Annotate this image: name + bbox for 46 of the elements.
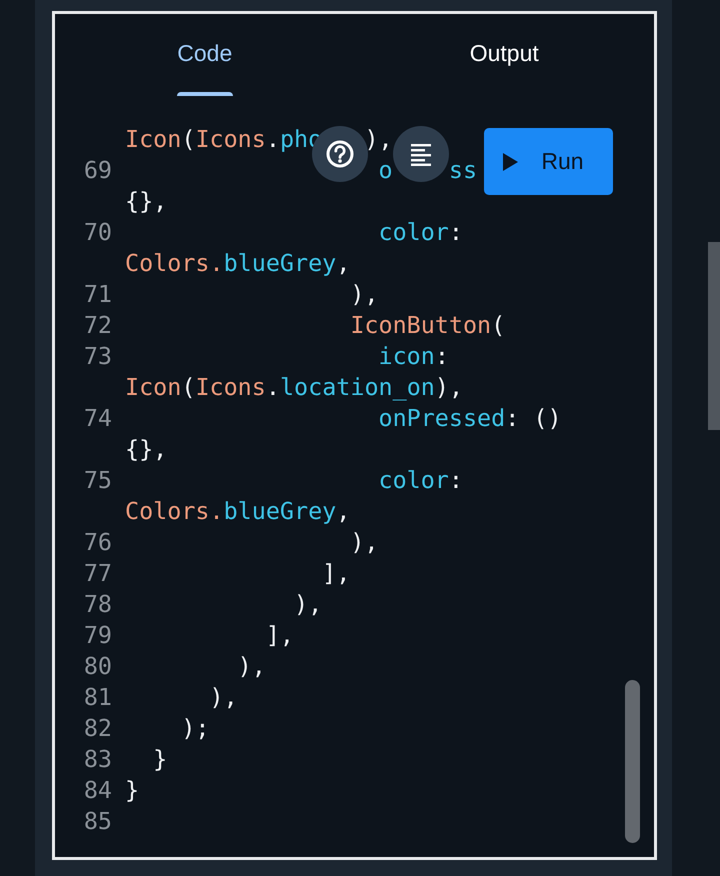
code-line: ], — [321, 558, 350, 586]
code-line: onPressed: () — [377, 404, 562, 432]
run-button[interactable]: Run — [484, 128, 613, 195]
line-number: 85 — [82, 806, 112, 834]
line-number: 70 — [82, 218, 112, 246]
code-line: ), — [349, 280, 378, 308]
line-number: 78 — [82, 590, 112, 618]
code-line: Colors.blueGrey, — [125, 496, 350, 524]
line-number: 76 — [82, 528, 112, 556]
line-number: 84 — [82, 776, 112, 804]
scrollbar[interactable] — [625, 680, 640, 843]
line-number: 74 — [82, 404, 112, 432]
code-line: color: — [377, 466, 463, 494]
code-line: Colors.blueGrey, — [125, 248, 350, 276]
code-line: {}, — [125, 434, 168, 462]
code-line: ), — [292, 590, 322, 618]
line-number: 83 — [82, 744, 112, 772]
code-line: IconButton( — [349, 310, 506, 338]
line-number: 75 — [82, 466, 112, 494]
code-line: ), — [349, 528, 378, 556]
line-number: 73 — [82, 342, 112, 370]
code-line: Icon(Icons.location_on), — [125, 372, 464, 400]
scrollbar[interactable] — [708, 242, 720, 430]
code-line: ], — [264, 620, 294, 648]
code-line: } — [152, 744, 168, 772]
line-number: 79 — [82, 620, 112, 648]
code-line: icon: — [377, 342, 449, 370]
line-number: 77 — [82, 558, 112, 586]
align-left-icon — [409, 142, 433, 166]
line-number: 80 — [82, 652, 112, 680]
line-number: 71 — [82, 280, 112, 308]
tab[interactable]: Output — [354, 14, 654, 96]
code-line: ), — [236, 652, 266, 680]
play-icon — [501, 152, 520, 172]
code-line: {}, — [125, 186, 168, 214]
line-number: 82 — [82, 714, 112, 742]
tab[interactable]: Code — [55, 14, 354, 96]
code-line: } — [125, 776, 140, 804]
help-icon — [325, 139, 355, 169]
code-line: ); — [180, 714, 210, 742]
line-number: 72 — [82, 310, 112, 338]
code-line: ), — [208, 682, 238, 710]
line-number: 69 — [82, 156, 112, 184]
code-line: color: — [377, 218, 463, 246]
line-number: 81 — [82, 682, 112, 710]
code-line: o ss — [377, 156, 478, 184]
